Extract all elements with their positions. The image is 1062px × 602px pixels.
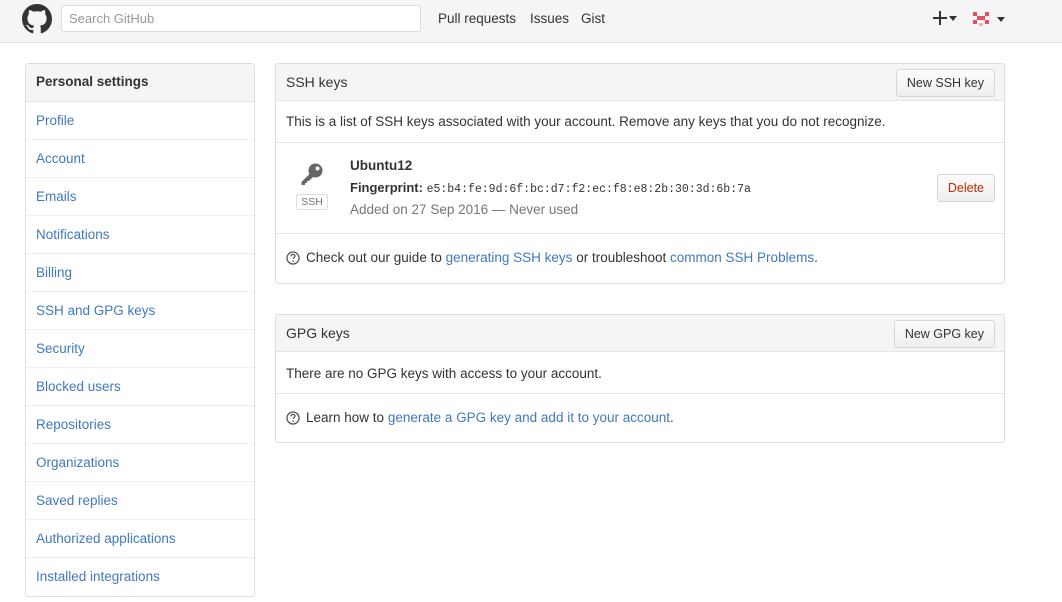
fingerprint-label: Fingerprint: — [350, 180, 423, 195]
sidebar-item-saved-replies[interactable]: Saved replies — [26, 482, 254, 520]
gpg-keys-title: GPG keys — [286, 325, 350, 341]
gpg-keys-panel: GPG keys New GPG key There are no GPG ke… — [275, 314, 1005, 443]
nav-gist[interactable]: Gist — [581, 11, 605, 26]
sidebar-title: Personal settings — [26, 64, 254, 102]
ssh-keys-title: SSH keys — [286, 74, 348, 90]
sidebar-item-profile[interactable]: Profile — [26, 102, 254, 140]
key-badge: SSH — [296, 161, 328, 210]
ssh-key-fingerprint: Fingerprint: e5:b4:fe:9d:6f:bc:d7:f2:ec:… — [350, 180, 751, 196]
ssh-keys-description: This is a list of SSH keys associated wi… — [286, 114, 886, 129]
caret-down-icon — [997, 17, 1005, 22]
gpg-empty-row: There are no GPG keys with access to you… — [276, 352, 1004, 394]
ssh-type-label: SSH — [296, 194, 328, 210]
sidebar-item-installed-integrations[interactable]: Installed integrations — [26, 558, 254, 596]
sidebar-item-blocked-users[interactable]: Blocked users — [26, 368, 254, 406]
question-icon — [286, 251, 300, 265]
gpg-help-prefix: Learn how to — [306, 410, 385, 425]
ssh-help-middle: or troubleshoot — [576, 250, 667, 265]
sidebar-item-account[interactable]: Account — [26, 140, 254, 178]
new-ssh-key-button[interactable]: New SSH key — [895, 69, 995, 97]
fingerprint-value: e5:b4:fe:9d:6f:bc:d7:f2:ec:f8:e8:2b:30:3… — [426, 183, 751, 196]
new-gpg-key-button[interactable]: New GPG key — [893, 320, 995, 348]
ssh-keys-description-row: This is a list of SSH keys associated wi… — [276, 101, 1004, 143]
create-new-menu[interactable] — [931, 8, 959, 28]
key-icon — [301, 163, 323, 185]
sidebar-item-emails[interactable]: Emails — [26, 178, 254, 216]
ssh-keys-header: SSH keys New SSH key — [276, 64, 1004, 101]
nav-pull-requests[interactable]: Pull requests — [438, 11, 516, 26]
gpg-help-suffix: . — [670, 410, 674, 425]
question-icon — [286, 411, 300, 425]
common-ssh-problems-link[interactable]: common SSH Problems — [670, 250, 814, 265]
ssh-help-prefix: Check out our guide to — [306, 250, 442, 265]
ssh-help-suffix: . — [814, 250, 818, 265]
sidebar-item-ssh-gpg-keys[interactable]: SSH and GPG keys — [26, 292, 254, 330]
sidebar-item-repositories[interactable]: Repositories — [26, 406, 254, 444]
ssh-key-name: Ubuntu12 — [350, 158, 413, 173]
sidebar-item-authorized-applications[interactable]: Authorized applications — [26, 520, 254, 558]
ssh-key-added-date: Added on 27 Sep 2016 — Never used — [350, 202, 579, 217]
settings-sidebar: Personal settings Profile Account Emails… — [25, 63, 255, 597]
delete-ssh-key-button[interactable]: Delete — [936, 174, 995, 202]
gpg-help-row: Learn how to generate a GPG key and add … — [276, 394, 1004, 442]
plus-icon — [933, 11, 947, 25]
nav-issues[interactable]: Issues — [530, 11, 569, 26]
user-menu[interactable] — [971, 9, 1009, 29]
github-mark-icon[interactable] — [22, 4, 52, 34]
caret-down-icon — [949, 16, 957, 21]
search-input[interactable] — [61, 5, 421, 32]
generating-ssh-keys-link[interactable]: generating SSH keys — [446, 250, 573, 265]
generate-gpg-key-link[interactable]: generate a GPG key and add it to your ac… — [388, 410, 670, 425]
sidebar-item-organizations[interactable]: Organizations — [26, 444, 254, 482]
ssh-key-item: SSH Ubuntu12 Fingerprint: e5:b4:fe:9d:6f… — [276, 143, 1004, 234]
sidebar-item-billing[interactable]: Billing — [26, 254, 254, 292]
top-header: Pull requests Issues Gist — [0, 0, 1062, 43]
sidebar-item-security[interactable]: Security — [26, 330, 254, 368]
gpg-empty-message: There are no GPG keys with access to you… — [286, 366, 602, 381]
avatar-identicon — [973, 12, 989, 26]
sidebar-item-notifications[interactable]: Notifications — [26, 216, 254, 254]
gpg-keys-header: GPG keys New GPG key — [276, 315, 1004, 352]
ssh-help-row: Check out our guide to generating SSH ke… — [276, 234, 1004, 283]
ssh-keys-panel: SSH keys New SSH key This is a list of S… — [275, 63, 1005, 284]
